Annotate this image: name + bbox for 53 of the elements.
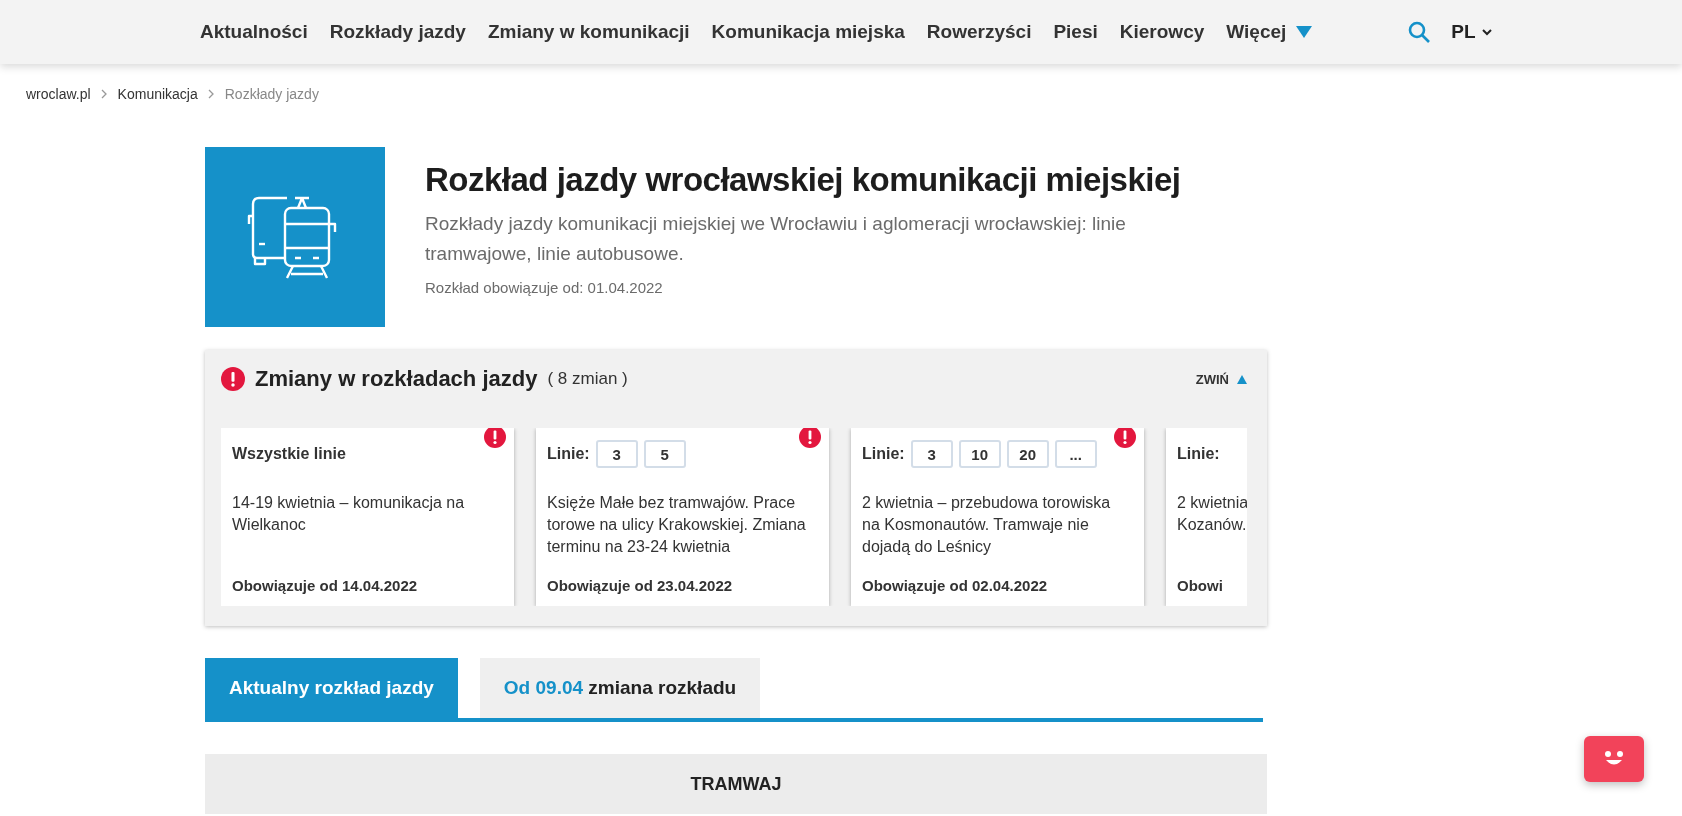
nav-link[interactable]: Aktualności <box>200 21 308 43</box>
change-description: Kozanów. <box>1177 515 1247 535</box>
line-number[interactable]: 3 <box>595 440 638 468</box>
changes-count: ( 8 zmian ) <box>547 369 628 389</box>
valid-from-date: Obowiązuje od 23.04.2022 <box>547 577 734 594</box>
valid-from-date: Obowi <box>1177 577 1224 594</box>
more-menu[interactable]: Więcej <box>1226 21 1313 43</box>
caret-icon <box>1296 26 1313 38</box>
alert-icon <box>484 428 506 448</box>
nav-link[interactable]: Rowerzyści <box>926 21 1032 43</box>
valid-from-date: Obowiązuje od 14.04.2022 <box>232 577 419 594</box>
change-card[interactable]: Linie: 3 5 Księże Małe bez tramwajów. Prace torowe na ulicy Krakowskiej. Zmiana terminu na 23-24 kwietnia Obowiązuje od 23.04.2022 <box>536 428 829 606</box>
line-number[interactable]: 20 <box>1006 440 1049 468</box>
chevron-icon <box>1481 28 1492 36</box>
chevron-right-icon <box>207 89 215 99</box>
page-description: Rozkłady jazdy komunikacji miejskiej we Wrocławiu i aglomeracji wrocławskiej: linie tramwajowe, linie autobusowe. <box>425 212 1127 266</box>
nav-link[interactable]: Zmiany w komunikacji <box>487 21 690 43</box>
change-card[interactable]: Linie: 3 10 20 ... 2 kwietnia – przebudowa torowiska na Kosmonautów. Tramwaje nie dojadą do Leśnicy Obowiązuje od 02.04.2022 <box>851 428 1144 606</box>
change-description: 14-19 kwietnia – komunikacja na Wielkanoc <box>232 493 466 535</box>
alert-icon <box>221 367 245 391</box>
line-number[interactable]: ... <box>1054 440 1097 468</box>
schedule-tab[interactable]: Od 09.04 zmiana rozkładu <box>479 658 761 718</box>
search-icon[interactable] <box>1407 20 1432 44</box>
section-title: TRAMWAJ <box>690 773 782 795</box>
schedule-tab[interactable]: Aktualny rozkład jazdy <box>205 658 458 718</box>
line-number[interactable]: 3 <box>910 440 953 468</box>
collapse-toggle[interactable]: ZWIŃ <box>1195 371 1247 387</box>
language-selector[interactable]: PL <box>1451 21 1492 43</box>
breadcrumb-link[interactable]: wroclaw.pl <box>26 86 91 102</box>
nav-link[interactable]: Piesi <box>1053 21 1098 43</box>
chat-bot-button[interactable] <box>1584 736 1644 782</box>
change-description: 2 kwietnia – przebudowa torowiska na Kosmonautów. Tramwaje nie dojadą do Leśnicy <box>862 493 1112 557</box>
line-number[interactable]: 10 <box>958 440 1001 468</box>
breadcrumb-link[interactable]: Komunikacja <box>117 86 198 102</box>
lines-label: Wszystkie linie <box>232 445 346 463</box>
breadcrumb-link[interactable]: Rozkłady jazdy <box>224 86 319 102</box>
changes-title: Zmiany w rozkładach jazdy <box>255 366 538 392</box>
chevron-right-icon <box>100 89 108 99</box>
valid-from-text: Rozkład obowiązuje od: 01.04.2022 <box>425 279 664 296</box>
triangle-icon <box>1237 374 1247 384</box>
nav-link[interactable]: Kierowcy <box>1119 21 1205 43</box>
nav-link[interactable]: Rozkłady jazdy <box>329 21 466 43</box>
change-card[interactable]: Wszystkie linie 14-19 kwietnia – komunikacja na Wielkanoc Obowiązuje od 14.04.2022 <box>221 428 514 606</box>
alert-icon <box>799 428 821 448</box>
lines-label: Linie: <box>547 445 590 463</box>
line-number[interactable]: 5 <box>643 440 686 468</box>
nav-link[interactable]: Komunikacja miejska <box>711 21 905 43</box>
page-title: Rozkład jazdy wrocławskiej komunikacji miejskiej <box>425 161 1182 199</box>
valid-from-date: Obowiązuje od 02.04.2022 <box>862 577 1049 594</box>
change-description: Księże Małe bez tramwajów. Prace torowe na ulicy Krakowskiej. Zmiana terminu na 23-24 kwietnia <box>547 493 807 557</box>
lines-label: Linie: <box>862 445 905 463</box>
lines-label: Linie: <box>1177 445 1220 463</box>
alert-icon <box>1114 428 1136 448</box>
